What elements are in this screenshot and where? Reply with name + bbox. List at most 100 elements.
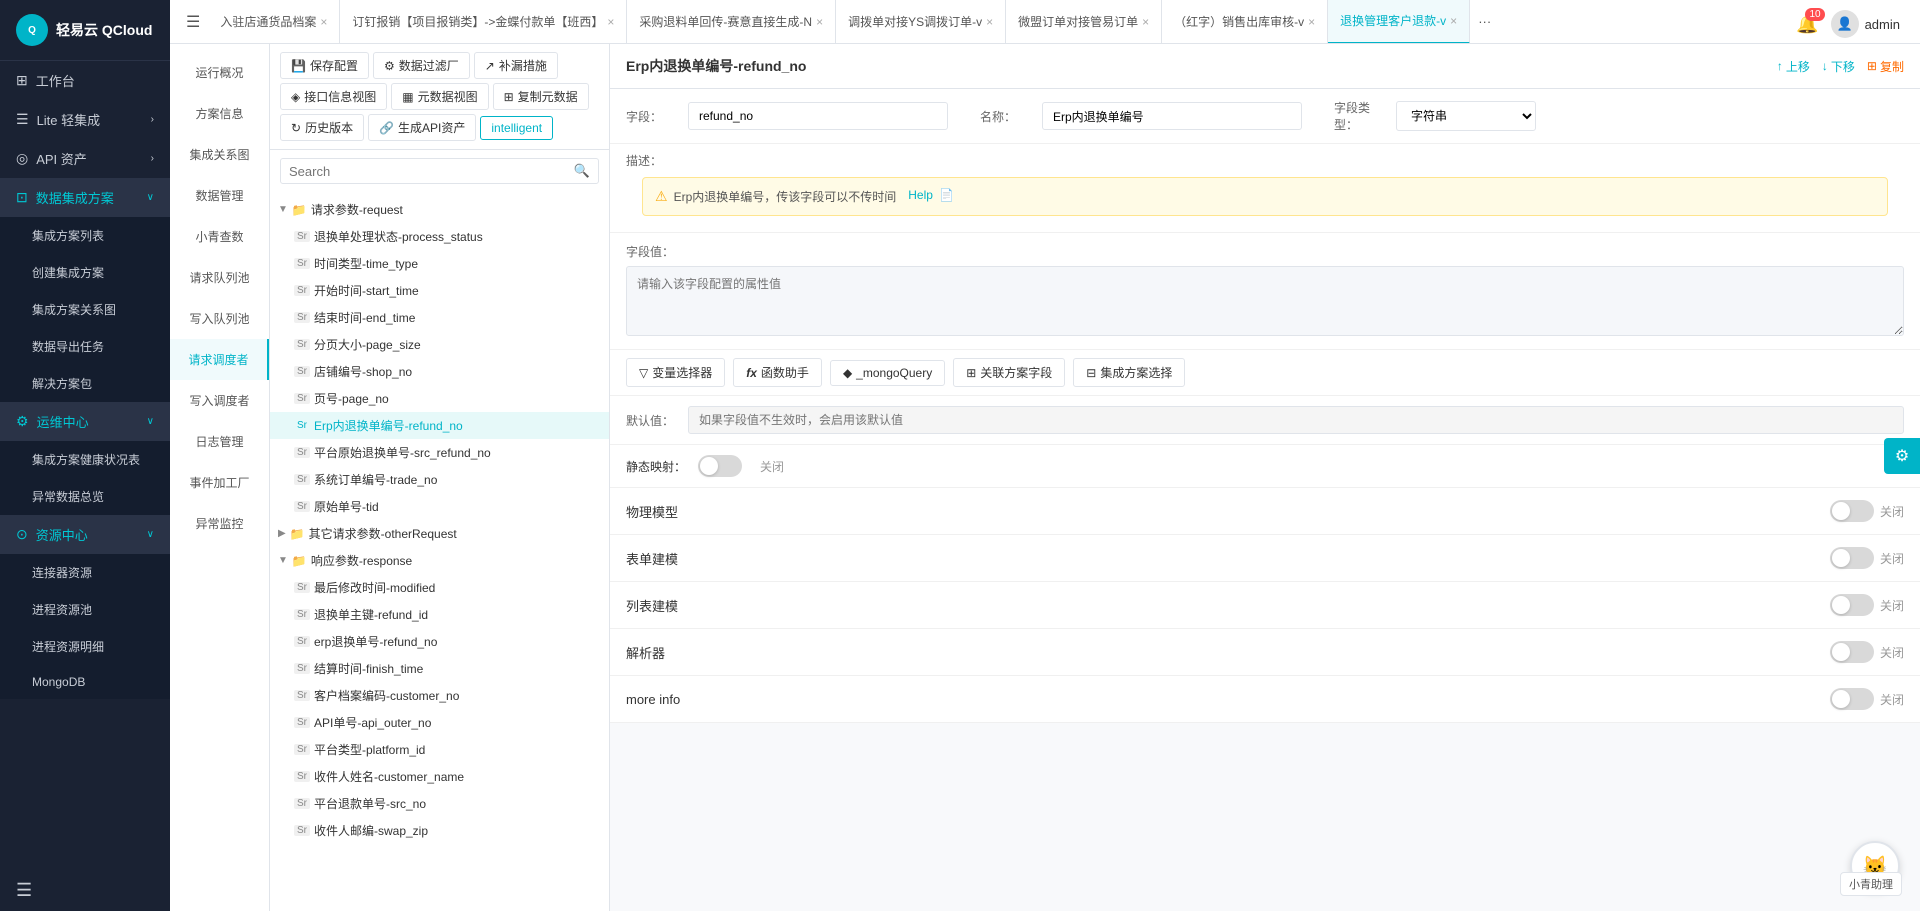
interface-view-button[interactable]: ◈ 接口信息视图	[280, 83, 387, 110]
close-icon[interactable]: ×	[816, 15, 823, 29]
sidebar-item-process-detail[interactable]: 进程资源明细	[0, 628, 170, 665]
nav-log-management[interactable]: 日志管理	[170, 421, 269, 462]
tree-node-start-time[interactable]: Sr 开始时间-start_time	[270, 277, 609, 304]
sidebar-item-integration-relation[interactable]: 集成方案关系图	[0, 291, 170, 328]
tree-node-page-no[interactable]: Sr 页号-page_no	[270, 385, 609, 412]
tab-6[interactable]: （红字）销售出库审核-v ×	[1162, 0, 1328, 44]
sidebar-item-mongodb[interactable]: MongoDB	[0, 665, 170, 699]
up-button[interactable]: ↑ 上移	[1777, 58, 1810, 75]
nav-solution-info[interactable]: 方案信息	[170, 93, 269, 134]
nav-write-adjuster[interactable]: 写入调度者	[170, 380, 269, 421]
sidebar-item-create-integration[interactable]: 创建集成方案	[0, 254, 170, 291]
save-config-button[interactable]: 💾 保存配置	[280, 52, 369, 79]
tree-node-time-type[interactable]: Sr 时间类型-time_type	[270, 250, 609, 277]
nav-overview[interactable]: 运行概况	[170, 52, 269, 93]
sidebar-item-api[interactable]: ◎ API 资产 ›	[0, 139, 170, 178]
nav-event-factory[interactable]: 事件加工厂	[170, 462, 269, 503]
parser-toggle[interactable]	[1830, 641, 1874, 663]
field-type-select[interactable]: 字符串	[1396, 101, 1536, 131]
sidebar-item-anomaly[interactable]: 异常数据总览	[0, 478, 170, 515]
sidebar-item-solution-pkg[interactable]: 解决方案包	[0, 365, 170, 402]
help-link[interactable]: Help	[908, 188, 933, 202]
field-value-input[interactable]	[626, 266, 1904, 336]
more-tabs-icon[interactable]: ···	[1470, 6, 1499, 37]
tree-node-api-outer-no[interactable]: Sr API单号-api_outer_no	[270, 709, 609, 736]
tree-node-refund-no[interactable]: Sr Erp内退换单编号-refund_no	[270, 412, 609, 439]
tree-node-customer-name[interactable]: Sr 收件人姓名-customer_name	[270, 763, 609, 790]
sidebar-item-ops[interactable]: ⚙ 运维中心 ∨	[0, 402, 170, 441]
generate-api-button[interactable]: 🔗 生成API资产	[368, 114, 476, 141]
tree-node-end-time[interactable]: Sr 结束时间-end_time	[270, 304, 609, 331]
copy-data-button[interactable]: ⊞ 复制元数据	[493, 83, 589, 110]
intelligent-button[interactable]: intelligent	[480, 116, 553, 140]
expand-icon[interactable]: ☰	[16, 880, 32, 900]
tree-node-customer-no[interactable]: Sr 客户档案编码-customer_no	[270, 682, 609, 709]
tree-node-finish-time[interactable]: Sr 结算时间-finish_time	[270, 655, 609, 682]
tree-node-refund-id[interactable]: Sr 退换单主键-refund_id	[270, 601, 609, 628]
notification-badge[interactable]: 🔔 10	[1796, 14, 1818, 35]
nav-data-management[interactable]: 数据管理	[170, 175, 269, 216]
tab-1[interactable]: 入驻店通货品档案 ×	[208, 0, 340, 44]
hamburger-icon[interactable]: ☰	[178, 4, 208, 40]
field-name-input[interactable]	[688, 102, 948, 130]
nav-request-queue[interactable]: 请求队列池	[170, 257, 269, 298]
supplement-button[interactable]: ↗ 补漏措施	[474, 52, 558, 79]
nav-write-queue[interactable]: 写入队列池	[170, 298, 269, 339]
tree-node-other-request[interactable]: ▶ 📁 其它请求参数-otherRequest	[270, 520, 609, 547]
sidebar-item-data-export[interactable]: 数据导出任务	[0, 328, 170, 365]
sidebar-item-health-status[interactable]: 集成方案健康状况表	[0, 441, 170, 478]
sidebar-item-workbench[interactable]: ⊞ 工作台	[0, 61, 170, 100]
tree-node-shop-no[interactable]: Sr 店铺编号-shop_no	[270, 358, 609, 385]
tree-node-tid[interactable]: Sr 原始单号-tid	[270, 493, 609, 520]
close-icon[interactable]: ×	[320, 15, 327, 29]
default-value-input[interactable]	[688, 406, 1904, 434]
form-model-toggle[interactable]	[1830, 547, 1874, 569]
list-model-toggle[interactable]	[1830, 594, 1874, 616]
static-map-toggle[interactable]	[698, 455, 742, 477]
nav-anomaly-monitor[interactable]: 异常监控	[170, 503, 269, 544]
tab-2[interactable]: 订钉报销【项目报销类】->金蝶付款单【班西】 ×	[340, 0, 627, 44]
tree-node-platform-id[interactable]: Sr 平台类型-platform_id	[270, 736, 609, 763]
var-selector-button[interactable]: ▽ 变量选择器	[626, 358, 725, 387]
tree-node-process-status[interactable]: Sr 退换单处理状态-process_status	[270, 223, 609, 250]
sidebar-item-lite[interactable]: ☰ Lite 轻集成 ›	[0, 100, 170, 139]
sidebar-logo[interactable]: Q 轻易云 QCloud	[0, 0, 170, 61]
tab-7[interactable]: 退换管理客户退款-v ×	[1328, 0, 1470, 44]
tree-node-src-no[interactable]: Sr 平台退款单号-src_no	[270, 790, 609, 817]
func-helper-button[interactable]: fx 函数助手	[733, 358, 822, 387]
nav-integration-view[interactable]: 集成关系图	[170, 134, 269, 175]
tree-node-response[interactable]: ▼ 📁 响应参数-response	[270, 547, 609, 574]
related-field-button[interactable]: ⊞ 关联方案字段	[953, 358, 1065, 387]
sidebar-item-process-pool[interactable]: 进程资源池	[0, 591, 170, 628]
nav-request-adjuster[interactable]: 请求调度者	[170, 339, 269, 380]
tree-node-request-params[interactable]: ▼ 📁 请求参数-request	[270, 196, 609, 223]
tab-3[interactable]: 采购退料单回传-赛意直接生成-N ×	[627, 0, 836, 44]
data-filter-button[interactable]: ⚙ 数据过滤厂	[373, 52, 470, 79]
tab-5[interactable]: 微盟订单对接管易订单 ×	[1006, 0, 1162, 44]
close-icon[interactable]: ×	[1142, 15, 1149, 29]
history-button[interactable]: ↻ 历史版本	[280, 114, 364, 141]
tree-node-modified[interactable]: Sr 最后修改时间-modified	[270, 574, 609, 601]
copy-button[interactable]: ⊞ 复制	[1867, 58, 1904, 75]
tree-node-erp-refund-no[interactable]: Sr erp退换单号-refund_no	[270, 628, 609, 655]
physical-model-toggle[interactable]	[1830, 500, 1874, 522]
close-icon[interactable]: ×	[986, 15, 993, 29]
close-icon[interactable]: ×	[1308, 15, 1315, 29]
more-info-toggle[interactable]	[1830, 688, 1874, 710]
help-doc-icon[interactable]: 📄	[939, 188, 954, 202]
search-input[interactable]	[289, 164, 574, 179]
meta-view-button[interactable]: ▦ 元数据视图	[391, 83, 488, 110]
integration-select-button[interactable]: ⊟ 集成方案选择	[1073, 358, 1185, 387]
sidebar-item-data-integration[interactable]: ⊡ 数据集成方案 ∨	[0, 178, 170, 217]
sidebar-item-connectors[interactable]: 连接器资源	[0, 554, 170, 591]
tree-node-page-size[interactable]: Sr 分页大小-page_size	[270, 331, 609, 358]
user-info[interactable]: 👤 admin	[1831, 10, 1900, 38]
close-icon[interactable]: ×	[1450, 14, 1457, 28]
sidebar-item-resource[interactable]: ⊙ 资源中心 ∨	[0, 515, 170, 554]
field-display-name-input[interactable]	[1042, 102, 1302, 130]
tree-node-trade-no[interactable]: Sr 系统订单编号-trade_no	[270, 466, 609, 493]
settings-gear-button[interactable]: ⚙	[1884, 438, 1920, 474]
mongo-query-button[interactable]: ◆ _mongoQuery	[830, 360, 945, 386]
down-button[interactable]: ↓ 下移	[1822, 58, 1855, 75]
sidebar-item-integration-list[interactable]: 集成方案列表	[0, 217, 170, 254]
